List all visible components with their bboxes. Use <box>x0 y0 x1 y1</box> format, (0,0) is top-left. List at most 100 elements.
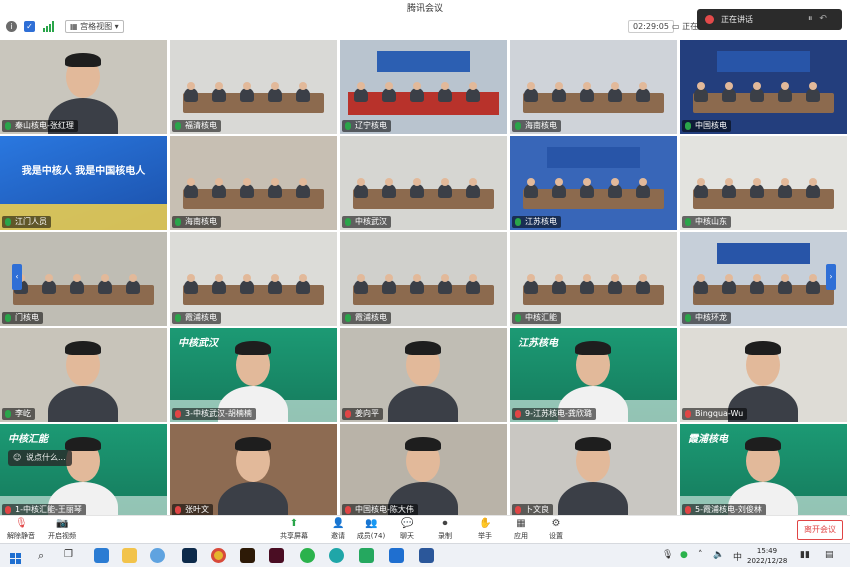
video-tile[interactable]: 中国核电 <box>680 40 847 134</box>
video-tile[interactable]: 中国核电-陈大伟 <box>340 424 507 518</box>
participant-name: 海南核电 <box>512 120 561 132</box>
page-right-arrow-icon[interactable]: › <box>826 264 836 290</box>
video-grid: 秦山核电-张红理 福清核电 辽宁核电 海南核电 中国核电我是中核人 我是中国核电人江门人… <box>0 40 850 518</box>
participant-name: 门核电 <box>2 312 43 324</box>
apps-icon: ▦ <box>516 518 526 529</box>
emoji-icon: ☺ <box>13 453 22 462</box>
video-tile[interactable]: 辽宁核电 <box>340 40 507 134</box>
video-tile[interactable]: 中核武汉 3-中核武汉-胡楠楠 <box>170 328 337 422</box>
mic-icon <box>685 122 691 130</box>
apps-button[interactable]: ▦ 应用 <box>510 518 532 543</box>
chrome-icon[interactable] <box>211 548 226 563</box>
chat-bubble-input[interactable]: ☺ 说点什么... <box>8 450 72 466</box>
mic-icon <box>5 410 11 418</box>
video-tile[interactable]: 秦山核电-张红理 <box>0 40 167 134</box>
video-tile[interactable]: 海南核电 <box>510 40 677 134</box>
members-button[interactable]: 👥 成员(74) <box>356 518 386 543</box>
search-icon[interactable]: ⌕ <box>38 549 44 563</box>
signal-icon[interactable] <box>43 21 54 32</box>
tencent-meeting-icon[interactable] <box>389 548 404 563</box>
video-tile[interactable]: 中核汇能 <box>510 232 677 326</box>
mail-app-icon[interactable] <box>94 548 109 563</box>
video-button[interactable]: 📷 开启视频 <box>46 518 78 543</box>
video-tile[interactable]: 中核环龙 <box>680 232 847 326</box>
video-tile[interactable]: 门核电 <box>0 232 167 326</box>
wechat-work-icon[interactable] <box>359 548 374 563</box>
page-left-arrow-icon[interactable]: ‹ <box>12 264 22 290</box>
video-tile[interactable]: 霞浦核电 <box>340 232 507 326</box>
record-icon: ⏺ <box>442 518 448 529</box>
video-tile[interactable]: 海南核电 <box>170 136 337 230</box>
grid-icon: ▦ <box>70 22 81 31</box>
recording-indicator[interactable]: 正在讲话 ⏸ ↶ <box>697 9 842 30</box>
tray-app-icon[interactable]: ● <box>680 550 688 560</box>
participant-name: 中国核电 <box>682 120 731 132</box>
monitor-icon: ▭ <box>672 22 683 31</box>
window-title: 腾讯会议 <box>406 4 443 14</box>
video-tile[interactable]: 江苏核电 9-江苏核电-龚欣璐 <box>510 328 677 422</box>
video-tile[interactable]: 张叶文 <box>170 424 337 518</box>
mic-icon <box>685 218 691 226</box>
tray-mic-icon[interactable]: 🎙 <box>662 550 673 560</box>
tray-chevron-up-icon[interactable]: ˄ <box>698 550 703 560</box>
notification-icon[interactable]: ▤ <box>825 550 834 560</box>
meeting-toolbar: 🎙 解除静音 📷 开启视频 ⬆ 共享屏幕 👤 邀请 👥 成员(74) 💬 聊天 … <box>0 515 850 543</box>
people-app-icon[interactable] <box>150 548 165 563</box>
invite-button[interactable]: 👤 邀请 <box>326 518 350 543</box>
chat-icon: 💬 <box>401 518 414 529</box>
participant-name: 李屹 <box>2 408 35 420</box>
video-tile[interactable]: 李屹 <box>0 328 167 422</box>
video-tile[interactable]: 霞浦核电 <box>170 232 337 326</box>
info-icon[interactable]: i <box>6 21 17 32</box>
shield-icon[interactable]: ✓ <box>24 21 35 32</box>
video-tile[interactable]: 霞浦核电 5-霞浦核电-刘俊林 <box>680 424 847 518</box>
system-clock[interactable]: 15:49 2022/12/28 <box>747 546 787 566</box>
video-tile[interactable]: 我是中核人 我是中国核电人江门人员 <box>0 136 167 230</box>
illustrator-icon[interactable] <box>240 548 255 563</box>
participant-name: 江门人员 <box>2 216 51 228</box>
photoshop-icon[interactable] <box>182 548 197 563</box>
participant-name: 江苏核电 <box>512 216 561 228</box>
indesign-icon[interactable] <box>269 548 284 563</box>
participant-name: 中核环龙 <box>682 312 731 324</box>
mic-muted-icon: 🎙 <box>15 518 28 529</box>
recording-controls[interactable]: ⏸ ↶ <box>808 14 834 25</box>
mute-button[interactable]: 🎙 解除静音 <box>6 518 36 543</box>
leave-meeting-button[interactable]: 离开会议 <box>797 520 843 540</box>
participant-name: 9-江苏核电-龚欣璐 <box>512 408 596 420</box>
video-tile[interactable]: Bingqua-Wu <box>680 328 847 422</box>
members-icon: 👥 <box>365 518 378 529</box>
mic-muted-icon <box>515 410 521 418</box>
video-tile[interactable]: 江苏核电 <box>510 136 677 230</box>
hand-icon: ✋ <box>479 518 492 529</box>
brand-watermark: 霞浦核电 <box>688 434 728 445</box>
video-tile[interactable]: 姜向平 <box>340 328 507 422</box>
participant-name: 霞浦核电 <box>342 312 391 324</box>
video-tile[interactable]: 中核山东 <box>680 136 847 230</box>
windows-start-icon[interactable] <box>10 550 22 564</box>
video-tile[interactable]: 中核武汉 <box>340 136 507 230</box>
video-tile[interactable]: 福清核电 <box>170 40 337 134</box>
gear-icon: ⚙ <box>551 518 561 529</box>
mic-icon <box>345 218 351 226</box>
view-mode-selector[interactable]: ▦ 宫格视图 ▾ <box>65 20 124 33</box>
ime-indicator[interactable]: 中 <box>733 550 742 563</box>
wechat-icon[interactable] <box>300 548 315 563</box>
chat-button[interactable]: 💬 聊天 <box>396 518 418 543</box>
mic-icon <box>685 314 691 322</box>
task-view-icon[interactable]: ❐ <box>64 549 73 560</box>
volume-icon[interactable]: 🔈 <box>713 550 724 560</box>
invite-icon: 👤 <box>332 518 345 529</box>
word-icon[interactable] <box>419 548 434 563</box>
raise-hand-button[interactable]: ✋ 举手 <box>474 518 496 543</box>
edge-icon[interactable] <box>329 548 344 563</box>
file-explorer-icon[interactable] <box>122 548 137 563</box>
mic-icon <box>345 314 351 322</box>
video-tile[interactable]: 中核汇能 1-中核汇能-王丽琴 <box>0 424 167 518</box>
share-screen-button[interactable]: ⬆ 共享屏幕 <box>276 518 312 543</box>
video-tile[interactable]: 卜文良 <box>510 424 677 518</box>
poster-slogan: 我是中核人 我是中国核电人 <box>21 166 146 177</box>
record-button[interactable]: ⏺ 录制 <box>434 518 456 543</box>
settings-button[interactable]: ⚙ 设置 <box>545 518 567 543</box>
meet-app-icon[interactable]: ▮▮ <box>800 550 810 560</box>
